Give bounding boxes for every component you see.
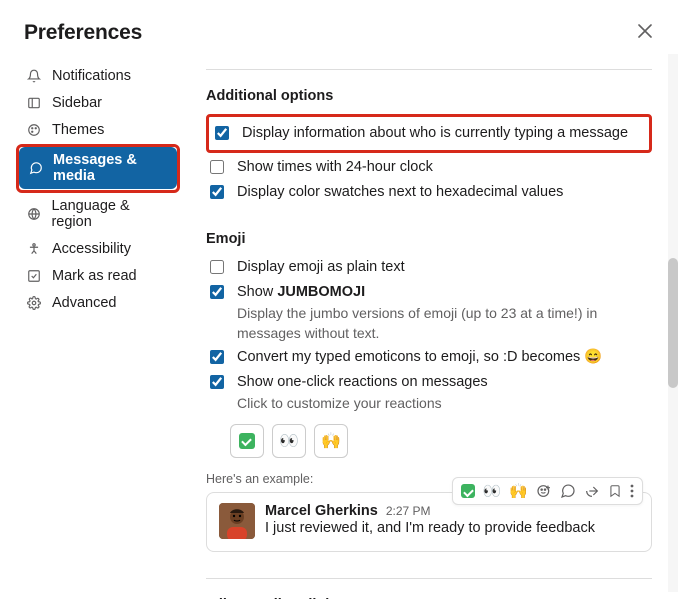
reaction-chips: 👀 🙌 xyxy=(230,424,652,458)
sidebar-item-label: Accessibility xyxy=(52,241,131,257)
sidebar-item-messages-media[interactable]: Messages & media xyxy=(19,147,177,189)
toolbar-reaction-raised-hands[interactable]: 🙌 xyxy=(509,482,528,500)
sidebar-item-sidebar[interactable]: Sidebar xyxy=(16,90,180,116)
close-icon xyxy=(638,24,652,38)
raised-hands-emoji-icon: 🙌 xyxy=(321,431,341,451)
accessibility-icon xyxy=(26,242,42,256)
example-message-card: 👀 🙌 Marcel Gherkins 2:27 PM I just re xyxy=(206,492,652,552)
option-oneclick-reactions[interactable]: Show one-click reactions on messages Cli… xyxy=(206,372,652,414)
globe-icon xyxy=(26,207,41,221)
checkbox-convert-emoticons[interactable] xyxy=(210,350,224,364)
option-typing-indicator[interactable]: Display information about who is current… xyxy=(211,123,645,144)
sidebar-item-label: Mark as read xyxy=(52,268,137,284)
reaction-chip-raised-hands[interactable]: 🙌 xyxy=(314,424,348,458)
sidebar: Notifications Sidebar Themes Messages & … xyxy=(0,63,188,599)
sidebar-item-label: Advanced xyxy=(52,295,117,311)
option-label: Display emoji as plain text xyxy=(237,257,652,278)
scrollbar-thumb[interactable] xyxy=(668,258,678,388)
option-convert-emoticons[interactable]: Convert my typed emoticons to emoji, so … xyxy=(206,347,652,368)
reaction-chip-eyes[interactable]: 👀 xyxy=(272,424,306,458)
option-24h-clock[interactable]: Show times with 24-hour clock xyxy=(206,157,652,178)
option-emoji-plaintext[interactable]: Display emoji as plain text xyxy=(206,257,652,278)
option-hex-swatches[interactable]: Display color swatches next to hexadecim… xyxy=(206,182,652,203)
sidebar-item-accessibility[interactable]: Accessibility xyxy=(16,236,180,262)
checkbox-hex-swatches[interactable] xyxy=(210,185,224,199)
page-title: Preferences xyxy=(24,21,142,45)
checkbox-24h-clock[interactable] xyxy=(210,160,224,174)
option-subtext: Click to customize your reactions xyxy=(237,394,652,414)
bell-icon xyxy=(26,69,42,83)
toolbar-reaction-eyes[interactable]: 👀 xyxy=(483,482,502,500)
sidebar-item-label: Sidebar xyxy=(52,95,102,111)
option-label: Show JUMBOMOJI xyxy=(237,284,365,300)
option-label: Show times with 24-hour clock xyxy=(237,157,652,178)
option-label: Show one-click reactions on messages xyxy=(237,374,488,390)
option-label: Convert my typed emoticons to emoji, so … xyxy=(237,347,652,368)
sidebar-item-language-region[interactable]: Language & region xyxy=(16,193,180,235)
add-reaction-icon[interactable] xyxy=(536,483,552,499)
check-square-icon xyxy=(26,269,42,283)
sidebar-item-themes[interactable]: Themes xyxy=(16,117,180,143)
sidebar-item-label: Messages & media xyxy=(53,152,167,184)
panel-icon xyxy=(26,96,42,110)
section-additional-options: Additional options xyxy=(206,88,652,104)
section-emoji: Emoji xyxy=(206,231,652,247)
share-icon[interactable] xyxy=(584,483,600,499)
avatar xyxy=(219,503,255,539)
more-icon[interactable] xyxy=(630,484,634,498)
check-emoji-icon xyxy=(461,484,475,498)
sidebar-item-advanced[interactable]: Advanced xyxy=(16,290,180,316)
message-hover-toolbar: 👀 🙌 xyxy=(452,477,643,505)
toolbar-reaction-check[interactable] xyxy=(461,484,475,498)
checkbox-jumbomoji[interactable] xyxy=(210,285,224,299)
checkbox-emoji-plaintext[interactable] xyxy=(210,260,224,274)
sidebar-item-mark-as-read[interactable]: Mark as read xyxy=(16,263,180,289)
thread-icon[interactable] xyxy=(560,483,576,499)
sidebar-item-notifications[interactable]: Notifications xyxy=(16,63,180,89)
message-author: Marcel Gherkins xyxy=(265,503,378,519)
sidebar-item-label: Themes xyxy=(52,122,104,138)
message-time: 2:27 PM xyxy=(386,504,431,518)
checkbox-typing-indicator[interactable] xyxy=(215,126,229,140)
reaction-chip-check[interactable] xyxy=(230,424,264,458)
close-button[interactable] xyxy=(634,18,656,47)
option-label: Display information about who is current… xyxy=(242,123,645,144)
checkbox-oneclick-reactions[interactable] xyxy=(210,375,224,389)
chat-icon xyxy=(29,161,43,175)
option-subtext: Display the jumbo versions of emoji (up … xyxy=(237,304,652,343)
option-jumbomoji[interactable]: Show JUMBOMOJI Display the jumbo version… xyxy=(206,282,652,343)
message-text: I just reviewed it, and I'm ready to pro… xyxy=(265,520,595,536)
option-label: Display color swatches next to hexadecim… xyxy=(237,182,652,203)
settings-panel: Additional options Display information a… xyxy=(188,63,680,599)
eyes-emoji-icon: 👀 xyxy=(279,431,299,451)
scrollbar-track[interactable] xyxy=(668,54,678,592)
check-emoji-icon xyxy=(239,433,255,449)
palette-icon xyxy=(26,123,42,137)
bookmark-icon[interactable] xyxy=(608,483,622,499)
sidebar-item-label: Language & region xyxy=(51,198,170,230)
gear-icon xyxy=(26,296,42,310)
sidebar-item-label: Notifications xyxy=(52,68,131,84)
